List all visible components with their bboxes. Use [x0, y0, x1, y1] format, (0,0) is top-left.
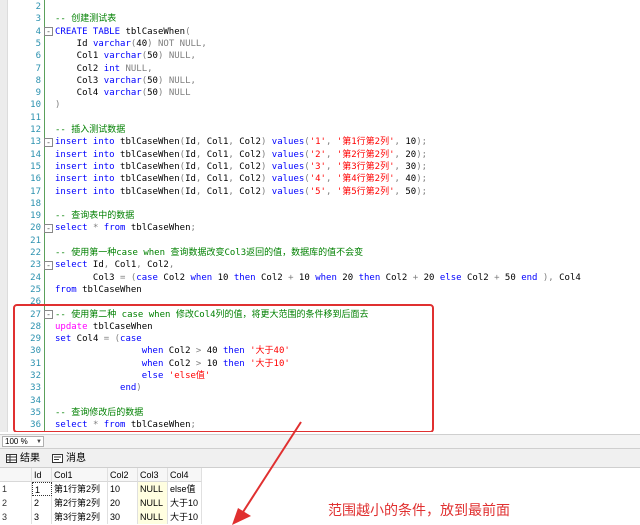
line-number: 2 [35, 2, 41, 12]
line-number: 19 [30, 211, 41, 222]
table-cell[interactable]: 大于10 [168, 510, 202, 524]
table-cell[interactable]: 第2行第2列 [52, 496, 108, 510]
fold-toggle-icon[interactable]: - [44, 27, 53, 37]
zoom-select[interactable]: 100 % ▼ [2, 436, 44, 447]
editor-left-gutter [0, 0, 8, 432]
tab-results[interactable]: 结果 [2, 451, 40, 466]
code-line[interactable]: ) [55, 99, 60, 111]
line-number: 16 [30, 174, 41, 185]
table-cell[interactable]: 3 [32, 510, 52, 524]
code-line[interactable]: insert into tblCaseWhen(Id, Col1, Col2) … [55, 161, 427, 173]
column-header[interactable]: Id [32, 468, 52, 482]
tab-results-label: 结果 [20, 453, 40, 464]
column-header[interactable]: Col2 [108, 468, 138, 482]
line-number: 18 [30, 198, 41, 209]
code-line[interactable]: Col4 varchar(50) NULL [55, 87, 191, 99]
row-number[interactable]: 3 [0, 510, 32, 524]
line-number: 3 [35, 14, 41, 25]
line-number: 17 [30, 186, 41, 197]
chevron-down-icon: ▼ [36, 439, 42, 445]
results-grid[interactable]: Id Col1 Col2 Col3 Col4 1 1 第1行第2列 10 NULL else值 2 2 第… [0, 468, 640, 525]
line-number: 8 [35, 75, 41, 86]
table-cell[interactable]: NULL [138, 496, 168, 510]
line-number: 12 [30, 125, 41, 135]
annotation-text: 范围越小的条件，放到最前面 [328, 503, 510, 519]
code-line[interactable]: -- 查询表中的数据 [55, 210, 134, 222]
code-line[interactable]: -- 创建测试表 [55, 13, 116, 25]
table-cell[interactable]: 第3行第2列 [52, 510, 108, 524]
line-number: 21 [30, 235, 41, 246]
row-number-header[interactable] [0, 468, 32, 482]
line-number: 5 [35, 38, 41, 49]
code-line[interactable]: -- 使用第一种case when 查询数据改变Col3返回的值，数据库的值不会… [55, 247, 363, 259]
column-header[interactable]: Col1 [52, 468, 108, 482]
code-line[interactable]: CREATE TABLE tblCaseWhen( [55, 26, 190, 38]
code-line[interactable]: Col1 varchar(50) NULL, [55, 50, 196, 62]
results-tab-bar: 结果 消息 [0, 449, 640, 468]
table-cell[interactable]: NULL [138, 510, 168, 524]
fold-toggle-icon[interactable]: - [44, 260, 53, 270]
line-number: 10 [30, 100, 41, 111]
zoom-value: 100 % [5, 437, 28, 446]
table-cell[interactable]: 2 [32, 496, 52, 510]
line-number: 13 [30, 137, 41, 148]
code-line[interactable]: Col2 int NULL, [55, 63, 153, 75]
table-cell[interactable]: NULL [138, 482, 168, 496]
code-line[interactable]: from tblCaseWhen [55, 284, 142, 296]
table-cell[interactable]: 30 [108, 510, 138, 524]
code-line[interactable]: Col3 = (case Col2 when 10 then Col2 + 10… [55, 272, 581, 284]
code-line[interactable]: insert into tblCaseWhen(Id, Col1, Col2) … [55, 136, 427, 148]
code-line[interactable]: -- 插入测试数据 [55, 124, 125, 136]
code-line[interactable]: Id varchar(40) NOT NULL, [55, 38, 207, 50]
tab-messages[interactable]: 消息 [48, 451, 86, 466]
table-cell[interactable]: 1 [32, 482, 52, 496]
table-cell[interactable]: 大于10 [168, 496, 202, 510]
column-header[interactable]: Col4 [168, 468, 202, 482]
line-number: 7 [35, 63, 41, 74]
code-line[interactable]: Col3 varchar(50) NULL, [55, 75, 196, 87]
table-cell[interactable]: 20 [108, 496, 138, 510]
editor-status-bar: 100 % ▼ [0, 434, 640, 449]
line-number: 6 [35, 51, 41, 62]
line-number: 22 [30, 248, 41, 258]
line-number: 15 [30, 161, 41, 172]
line-number: 25 [30, 284, 41, 295]
code-line[interactable]: select Id, Col1, Col2, [55, 259, 174, 271]
fold-toggle-icon[interactable]: - [44, 310, 53, 319]
code-line[interactable]: select * from tblCaseWhen; [55, 222, 196, 234]
column-header[interactable]: Col3 [138, 468, 168, 482]
code-line[interactable]: insert into tblCaseWhen(Id, Col1, Col2) … [55, 149, 427, 161]
table-cell[interactable]: 第1行第2列 [52, 482, 108, 496]
table-cell[interactable]: 10 [108, 482, 138, 496]
tab-messages-label: 消息 [66, 453, 86, 464]
row-number[interactable]: 1 [0, 482, 32, 496]
line-number: 20 [30, 223, 41, 234]
line-number: 9 [35, 88, 41, 99]
message-icon [52, 454, 63, 463]
highlight-box [13, 304, 434, 432]
fold-toggle-icon[interactable]: - [44, 137, 53, 147]
line-number: 24 [30, 272, 41, 283]
row-number[interactable]: 2 [0, 496, 32, 510]
line-number: 14 [30, 149, 41, 160]
sql-editor[interactable]: 2 3 4 5 6 7 8 9 10 11 12 13 14 15 16 17 18 19 20 21 22 23 24 25… [0, 0, 640, 432]
code-line[interactable]: insert into tblCaseWhen(Id, Col1, Col2) … [55, 186, 427, 198]
line-number: 23 [30, 260, 41, 271]
code-line[interactable]: insert into tblCaseWhen(Id, Col1, Col2) … [55, 173, 427, 185]
line-number: 11 [30, 112, 41, 123]
grid-icon [6, 454, 17, 463]
table-cell[interactable]: else值 [168, 482, 202, 496]
line-number: 4 [35, 26, 41, 37]
fold-toggle-icon[interactable]: - [44, 223, 53, 233]
